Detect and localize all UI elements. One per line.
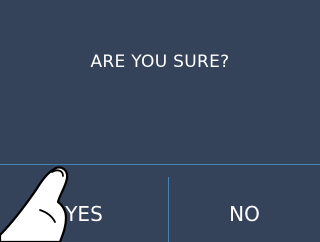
no-button-label: NO: [229, 201, 260, 226]
yes-button[interactable]: YES: [0, 165, 168, 242]
confirm-dialog: ARE YOU SURE? YES NO: [0, 0, 320, 242]
no-button[interactable]: NO: [169, 165, 320, 242]
dialog-question: ARE YOU SURE?: [90, 51, 230, 72]
yes-button-label: YES: [65, 201, 103, 226]
